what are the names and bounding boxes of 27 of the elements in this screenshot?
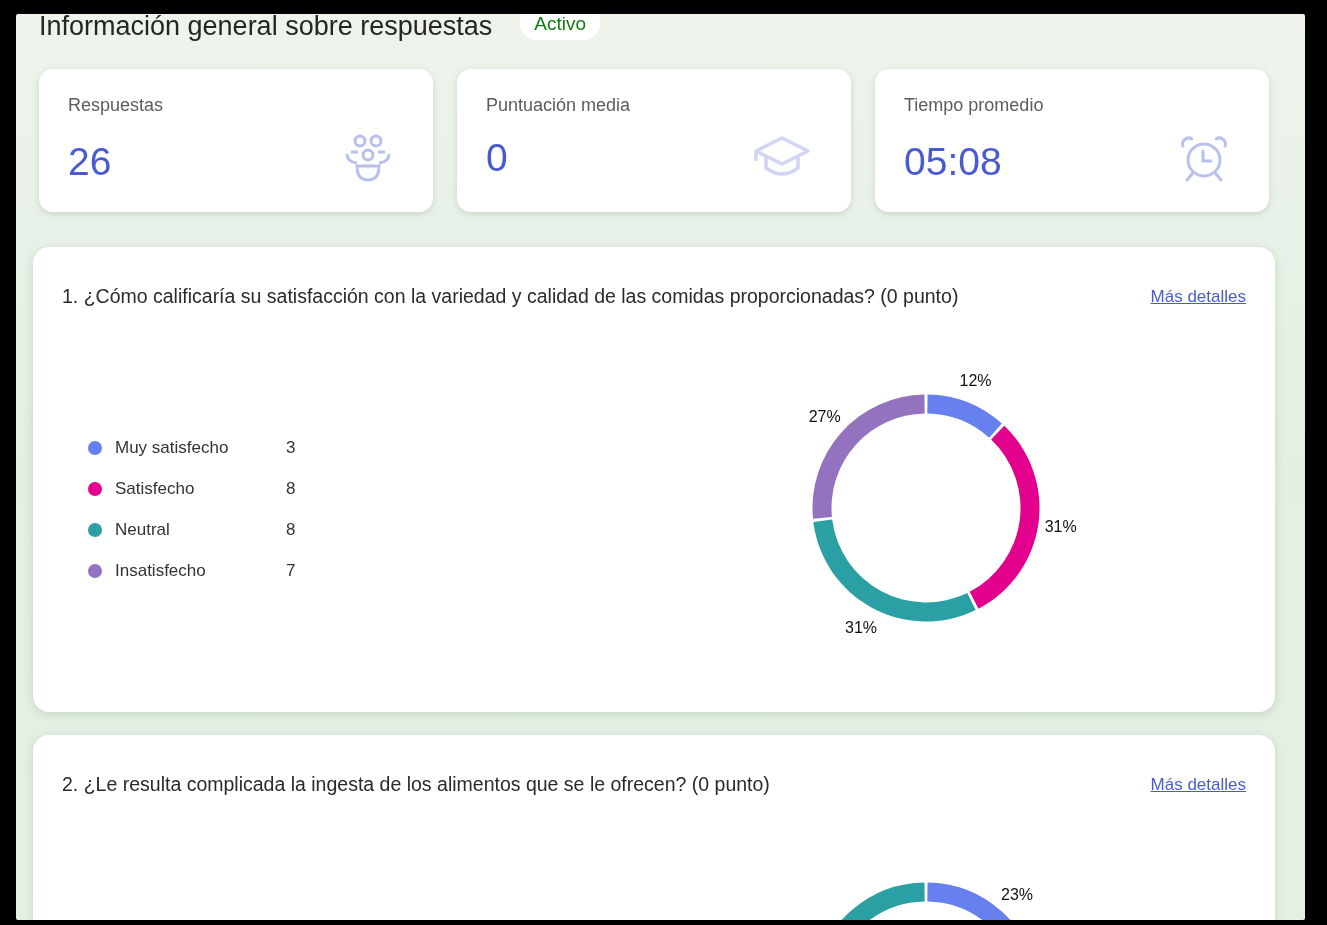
stat-label: Puntuación media	[486, 95, 631, 116]
stat-value: 0	[486, 136, 508, 180]
legend-count: 8	[286, 520, 296, 540]
legend-label: Muy satisfecho	[115, 438, 230, 458]
legend-label: Insatisfecho	[115, 561, 207, 581]
stat-label: Tiempo promedio	[904, 95, 1044, 116]
legend-count: 3	[286, 438, 296, 458]
percent-label: 27%	[808, 408, 841, 426]
question-text: 1. ¿Cómo calificaría su satisfacción con la variedad y calidad de las comidas proporcionadas? (0 punto)	[62, 285, 959, 308]
question-text: 2. ¿Le resulta complicada la ingesta de los alimentos que se le ofrecen? (0 punto)	[62, 773, 770, 796]
status-badge: Activo	[520, 14, 600, 40]
stat-value: 05:08	[904, 140, 1002, 184]
legend-count: 8	[286, 479, 296, 499]
percent-label: 12%	[959, 372, 992, 390]
legend-count: 7	[286, 561, 296, 581]
donut-chart-drawing: 23%	[776, 846, 1076, 920]
page-title: Información general sobre respuestas	[39, 14, 493, 40]
legend-label: Neutral	[115, 520, 171, 540]
more-details-link[interactable]: Más detalles	[1150, 774, 1246, 795]
percent-label: 31%	[845, 618, 878, 636]
percent-label: 31%	[1044, 517, 1076, 535]
people-group-icon	[343, 134, 393, 184]
alarm-clock-icon	[1179, 134, 1229, 184]
legend-label: Satisfecho	[115, 479, 196, 499]
stat-value: 26	[68, 140, 112, 184]
more-details-link[interactable]: Más detalles	[1150, 286, 1246, 307]
stat-label: Respuestas	[68, 95, 164, 116]
